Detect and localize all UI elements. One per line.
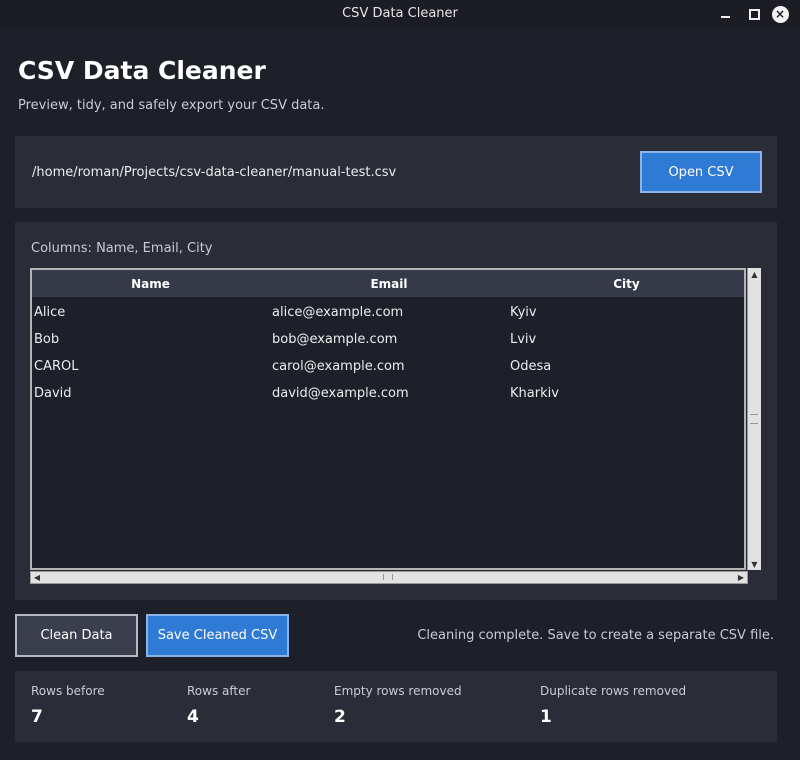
cell-email: david@example.com [272,386,409,401]
scroll-down-icon[interactable]: ▼ [748,558,761,570]
stat-value: 1 [540,707,552,727]
scroll-grip-icon [750,414,758,424]
scroll-left-icon[interactable]: ◀ [31,572,43,583]
close-icon: × [771,5,789,23]
table-row[interactable]: Bob bob@example.com Lviv [32,326,744,353]
scroll-grip-icon [383,574,393,580]
cell-name: CAROL [34,359,79,374]
open-csv-button[interactable]: Open CSV [640,151,762,193]
minimize-icon [720,16,730,18]
cell-email: bob@example.com [272,332,398,347]
cell-name: David [34,386,72,401]
stat-value: 4 [187,707,199,727]
cell-city: Odesa [510,359,552,374]
app-title: CSV Data Cleaner [18,56,266,85]
cell-city: Lviv [510,332,537,347]
column-header-email[interactable]: Email [269,270,509,297]
file-path: /home/roman/Projects/csv-data-cleaner/ma… [32,165,397,180]
table-header: Name Email City [32,270,744,297]
stat-label: Empty rows removed [334,684,462,698]
maximize-icon [748,8,760,20]
cell-name: Bob [34,332,60,347]
stat-value: 2 [334,707,346,727]
data-table[interactable]: Name Email City Alice alice@example.com … [30,268,746,570]
column-header-city[interactable]: City [509,270,744,297]
save-cleaned-csv-button[interactable]: Save Cleaned CSV [146,614,289,657]
scroll-up-icon[interactable]: ▲ [748,268,761,280]
cell-city: Kharkiv [510,386,559,401]
status-message: Cleaning complete. Save to create a sepa… [417,628,774,643]
clean-data-button[interactable]: Clean Data [15,614,138,657]
table-body: Alice alice@example.com Kyiv Bob bob@exa… [32,299,744,407]
scroll-right-icon[interactable]: ▶ [735,572,747,583]
stat-value: 7 [31,707,43,727]
cell-email: alice@example.com [272,305,404,320]
vertical-scrollbar[interactable]: ▲ ▼ [747,268,761,570]
column-header-name[interactable]: Name [32,270,269,297]
cell-name: Alice [34,305,66,320]
maximize-button[interactable] [744,4,764,24]
preview-panel: Columns: Name, Email, City Name Email Ci… [15,222,777,600]
file-panel: /home/roman/Projects/csv-data-cleaner/ma… [15,136,777,208]
cell-email: carol@example.com [272,359,405,374]
stats-panel: Rows before 7 Rows after 4 Empty rows re… [15,671,777,742]
app-subtitle: Preview, tidy, and safely export your CS… [18,98,325,113]
window-title: CSV Data Cleaner [342,6,458,21]
cell-city: Kyiv [510,305,537,320]
stat-label: Rows before [31,684,105,698]
horizontal-scrollbar[interactable]: ◀ ▶ [30,571,748,584]
table-row[interactable]: CAROL carol@example.com Odesa [32,353,744,380]
stat-label: Rows after [187,684,251,698]
close-button[interactable]: × [770,4,790,24]
columns-label: Columns: Name, Email, City [31,241,213,256]
table-row[interactable]: David david@example.com Kharkiv [32,380,744,407]
minimize-button[interactable] [715,4,735,24]
table-row[interactable]: Alice alice@example.com Kyiv [32,299,744,326]
window-titlebar: CSV Data Cleaner × [0,0,800,28]
stat-label: Duplicate rows removed [540,684,687,698]
